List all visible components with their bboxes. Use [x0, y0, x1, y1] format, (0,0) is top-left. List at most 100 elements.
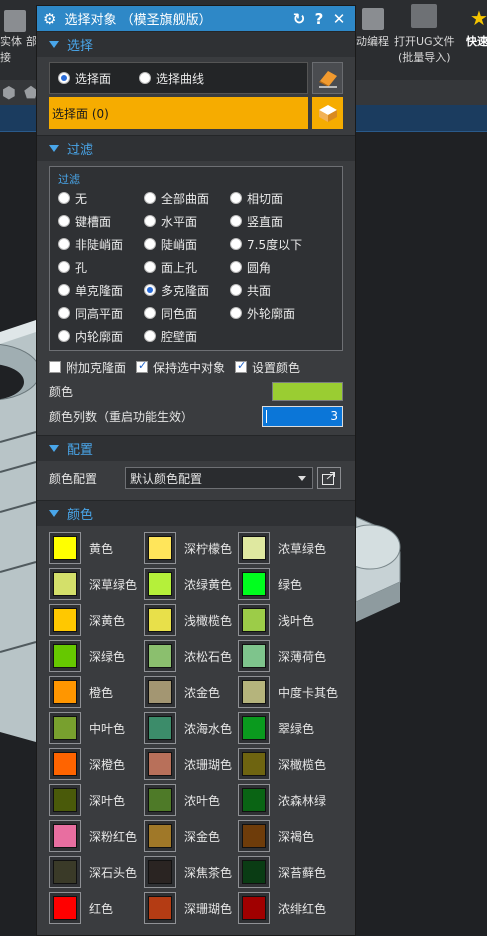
- radio-button-icon[interactable]: [230, 261, 242, 273]
- color-swatch-button[interactable]: [49, 568, 81, 600]
- color-item[interactable]: 深褐色: [238, 820, 338, 852]
- selection-status-field[interactable]: 选择面 (0): [49, 97, 308, 129]
- dialog-titlebar[interactable]: ⚙ 选择对象 （模圣旗舰版） ↻ ? ✕: [37, 6, 355, 31]
- color-item[interactable]: 浓森林绿: [238, 784, 338, 816]
- filter-option[interactable]: 单克隆面: [58, 282, 144, 298]
- color-swatch-button[interactable]: [238, 856, 270, 888]
- radio-button-icon[interactable]: [58, 215, 70, 227]
- color-swatch-button[interactable]: [49, 892, 81, 924]
- section-header-config[interactable]: 配置: [37, 435, 355, 461]
- color-swatch-button[interactable]: [144, 532, 176, 564]
- section-header-colors[interactable]: 颜色: [37, 500, 355, 526]
- color-swatch-button[interactable]: [238, 640, 270, 672]
- color-item[interactable]: 深黄色: [49, 604, 144, 636]
- filter-option[interactable]: 内轮廓面: [58, 328, 144, 344]
- color-swatch-button[interactable]: [144, 820, 176, 852]
- radio-button-icon[interactable]: [144, 238, 156, 250]
- color-item[interactable]: 红色: [49, 892, 144, 924]
- radio-button-icon[interactable]: [139, 72, 152, 84]
- solid-tool-icon[interactable]: [4, 10, 26, 32]
- color-item[interactable]: 浓叶色: [144, 784, 238, 816]
- radio-button-icon[interactable]: [58, 330, 70, 342]
- toolbar-label-quick[interactable]: 快速: [466, 34, 487, 50]
- color-item[interactable]: 浓绯红色: [238, 892, 338, 924]
- color-item[interactable]: 深粉红色: [49, 820, 144, 852]
- collapse-caret-icon[interactable]: [49, 445, 59, 452]
- collapse-caret-icon[interactable]: [49, 145, 59, 152]
- radio-button-icon[interactable]: [144, 284, 156, 296]
- toolbar-label-solid[interactable]: 实体: [0, 34, 22, 50]
- radio-button-icon[interactable]: [230, 192, 242, 204]
- color-item[interactable]: 浓海水色: [144, 712, 238, 744]
- checkbox-icon[interactable]: [49, 361, 61, 373]
- color-swatch-button[interactable]: [49, 748, 81, 780]
- radio-button-icon[interactable]: [144, 192, 156, 204]
- color-item[interactable]: 深橙色: [49, 748, 144, 780]
- filter-option[interactable]: 圆角: [230, 259, 330, 275]
- color-swatch-button[interactable]: [238, 892, 270, 924]
- color-item[interactable]: 深橄榄色: [238, 748, 338, 780]
- color-item[interactable]: 深草绿色: [49, 568, 144, 600]
- color-swatch-button[interactable]: [49, 820, 81, 852]
- color-swatch-button[interactable]: [49, 640, 81, 672]
- color-item[interactable]: 深金色: [144, 820, 238, 852]
- color-swatch-button[interactable]: [144, 748, 176, 780]
- export-config-button[interactable]: [317, 467, 341, 489]
- gear-icon[interactable]: ⚙: [43, 10, 56, 28]
- filter-checkbox[interactable]: 附加克隆面: [49, 359, 126, 376]
- radio-button-icon[interactable]: [230, 307, 242, 319]
- color-item[interactable]: 浓草绿色: [238, 532, 338, 564]
- radio-button-icon[interactable]: [58, 72, 70, 84]
- filter-option[interactable]: 非陡峭面: [58, 236, 144, 252]
- filter-option[interactable]: 水平面: [144, 213, 230, 229]
- color-swatch-button[interactable]: [49, 532, 81, 564]
- filter-option[interactable]: 全部曲面: [144, 190, 230, 206]
- color-swatch-button[interactable]: [49, 676, 81, 708]
- color-swatch-button[interactable]: [238, 820, 270, 852]
- checkbox-icon[interactable]: [136, 359, 149, 373]
- filter-option[interactable]: 多克隆面: [144, 282, 230, 298]
- color-swatch-button[interactable]: [144, 892, 176, 924]
- radio-button-icon[interactable]: [58, 192, 70, 204]
- color-item[interactable]: 深叶色: [49, 784, 144, 816]
- filter-option[interactable]: 同高平面: [58, 305, 144, 321]
- radio-button-icon[interactable]: [58, 307, 70, 319]
- color-item[interactable]: 深珊瑚色: [144, 892, 238, 924]
- radio-button-icon[interactable]: [58, 261, 70, 273]
- chevron-down-icon[interactable]: [298, 475, 306, 481]
- color-item[interactable]: 深柠檬色: [144, 532, 238, 564]
- filter-option[interactable]: 7.5度以下: [230, 236, 330, 252]
- filter-option[interactable]: 键槽面: [58, 213, 144, 229]
- color-item[interactable]: 浅橄榄色: [144, 604, 238, 636]
- filter-option[interactable]: 腔壁面: [144, 328, 230, 344]
- color-item[interactable]: 深苔藓色: [238, 856, 338, 888]
- color-item[interactable]: 绿色: [238, 568, 338, 600]
- color-item[interactable]: 中叶色: [49, 712, 144, 744]
- radio-select-face[interactable]: 选择面: [58, 70, 111, 87]
- radio-button-icon[interactable]: [230, 284, 242, 296]
- color-swatch-button[interactable]: [238, 748, 270, 780]
- color-columns-input[interactable]: 3: [262, 405, 343, 427]
- folder-icon[interactable]: [411, 4, 437, 28]
- color-swatch-button[interactable]: [238, 604, 270, 636]
- filter-option[interactable]: 共面: [230, 282, 330, 298]
- radio-button-icon[interactable]: [144, 330, 156, 342]
- color-swatch-button[interactable]: [238, 676, 270, 708]
- filter-option[interactable]: 面上孔: [144, 259, 230, 275]
- color-picker-swatch[interactable]: [272, 381, 343, 401]
- radio-button-icon[interactable]: [58, 238, 70, 250]
- eraser-button[interactable]: [312, 62, 343, 94]
- color-item[interactable]: 深绿色: [49, 640, 144, 672]
- color-item[interactable]: 橙色: [49, 676, 144, 708]
- color-swatch-button[interactable]: [144, 712, 176, 744]
- color-item[interactable]: 深薄荷色: [238, 640, 338, 672]
- radio-button-icon[interactable]: [144, 307, 156, 319]
- color-item[interactable]: 中度卡其色: [238, 676, 338, 708]
- filter-option[interactable]: 外轮廓面: [230, 305, 330, 321]
- close-icon[interactable]: ✕: [329, 9, 349, 29]
- radio-button-icon[interactable]: [144, 261, 156, 273]
- collapse-caret-icon[interactable]: [49, 41, 59, 48]
- radio-button-icon[interactable]: [58, 284, 70, 296]
- color-swatch-button[interactable]: [238, 568, 270, 600]
- color-swatch-button[interactable]: [238, 532, 270, 564]
